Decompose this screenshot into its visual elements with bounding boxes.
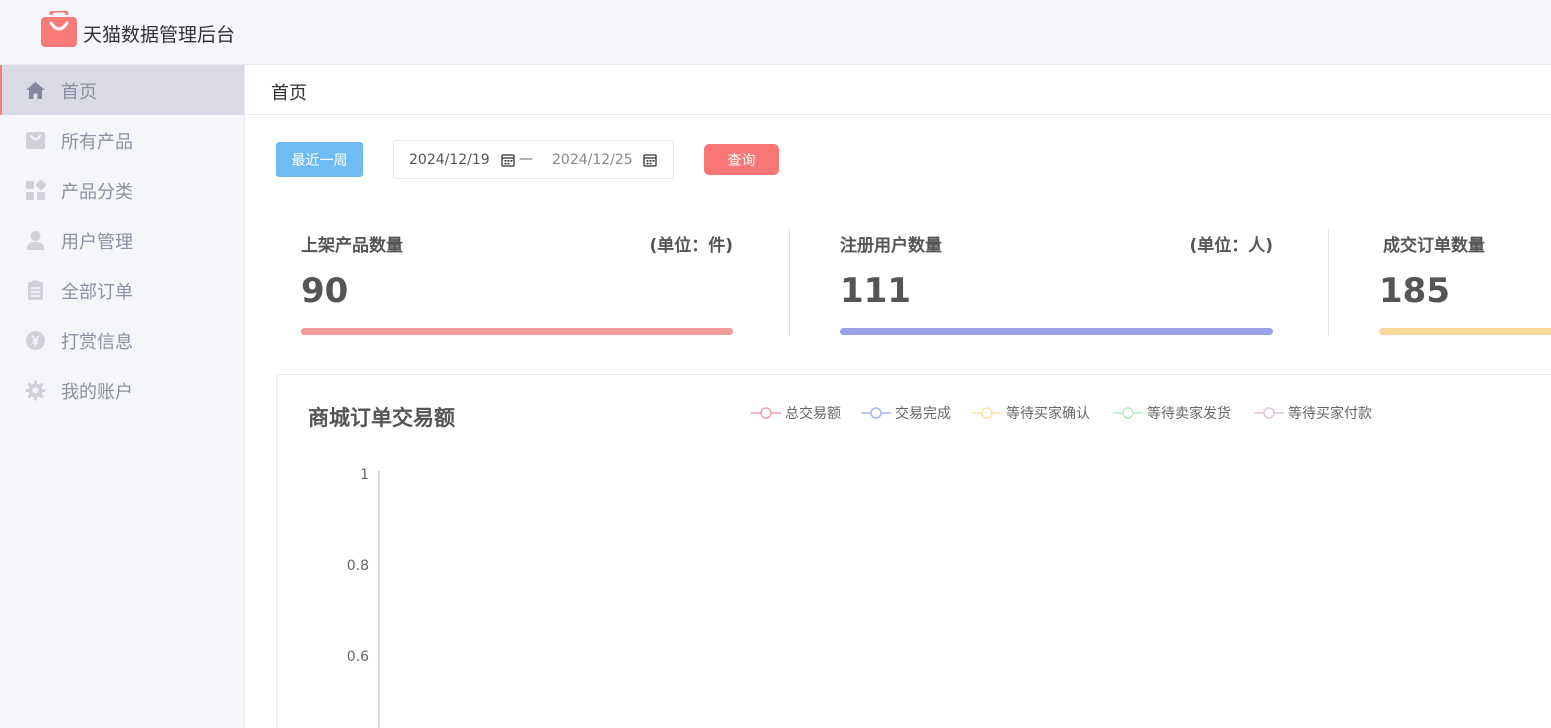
app-title: 天猫数据管理后台: [83, 24, 236, 46]
gear-icon: [25, 380, 46, 401]
sidebar-item-home[interactable]: 首页: [0, 65, 244, 115]
category-grid-icon: [26, 180, 46, 200]
stat-unit: (单位：人): [1189, 236, 1273, 256]
y-tick-label: 1: [360, 467, 369, 483]
last-week-button[interactable]: 最近一周: [276, 142, 363, 177]
stat-value: 90: [301, 271, 349, 311]
breadcrumb-current: 首页: [271, 83, 307, 104]
sidebar-item-rewards[interactable]: 打赏信息: [0, 315, 244, 365]
sidebar-item-label: 打赏信息: [61, 332, 133, 353]
y-tick-label: 0.6: [347, 649, 369, 665]
sidebar-item-label: 全部订单: [61, 282, 133, 303]
yen-coin-icon: [26, 331, 45, 350]
sidebar-item-users[interactable]: 用户管理: [0, 215, 244, 265]
stat-value: 185: [1379, 271, 1450, 311]
sidebar-item-orders[interactable]: 全部订单: [0, 265, 244, 315]
sidebar: 首页 所有产品 产品分类 用户管理 全部订单 打赏信息 我的账户: [0, 65, 245, 728]
stat-bar: [840, 328, 1273, 335]
shopping-bag-icon[interactable]: [40, 11, 78, 48]
stat-divider: [1328, 229, 1329, 336]
sidebar-item-categories[interactable]: 产品分类: [0, 165, 244, 215]
chart-plot-area: 1 0.8 0.6: [347, 467, 380, 728]
sidebar-item-label: 用户管理: [61, 232, 133, 253]
sidebar-item-label: 产品分类: [61, 182, 133, 203]
home-icon: [26, 82, 45, 99]
calendar-icon[interactable]: [643, 153, 657, 167]
stat-title: 上架产品数量: [301, 236, 403, 256]
end-date-input[interactable]: 2024/12/25: [552, 152, 633, 168]
stat-title: 注册用户数量: [840, 236, 942, 256]
calendar-icon[interactable]: [501, 153, 515, 167]
stat-title: 成交订单数量: [1383, 236, 1485, 256]
date-range-picker[interactable]: 2024/12/19 — 2024/12/25: [393, 140, 674, 179]
stat-divider: [789, 229, 790, 336]
sidebar-item-label: 我的账户: [61, 382, 133, 403]
order-amount-chart: 商城订单交易额 总交易额 交易完成 等待买家确认 等待卖家发货 等待买家付款 1…: [276, 374, 1551, 728]
stat-bar: [1379, 328, 1551, 335]
sidebar-item-label: 所有产品: [61, 132, 133, 153]
stat-value: 111: [840, 271, 911, 311]
user-icon: [26, 231, 45, 250]
top-bar: 天猫数据管理后台: [0, 0, 1551, 65]
shopping-bag-icon: [26, 132, 45, 149]
stat-bar: [301, 328, 733, 335]
query-button[interactable]: 查询: [704, 144, 779, 175]
stat-products: 上架产品数量 (单位：件) 90: [301, 228, 733, 338]
sidebar-item-label: 首页: [61, 82, 97, 103]
y-tick-label: 0.8: [347, 558, 369, 574]
start-date-input[interactable]: 2024/12/19: [409, 152, 490, 168]
date-separator: —: [519, 151, 533, 167]
stat-unit: (单位：件): [649, 236, 733, 256]
stat-orders: 成交订单数量 185: [1379, 228, 1551, 338]
breadcrumb: 首页: [245, 65, 1551, 115]
sidebar-item-account[interactable]: 我的账户: [0, 365, 244, 415]
sidebar-item-products[interactable]: 所有产品: [0, 115, 244, 165]
clipboard-icon: [28, 280, 43, 300]
stat-users: 注册用户数量 (单位：人) 111: [840, 228, 1273, 338]
